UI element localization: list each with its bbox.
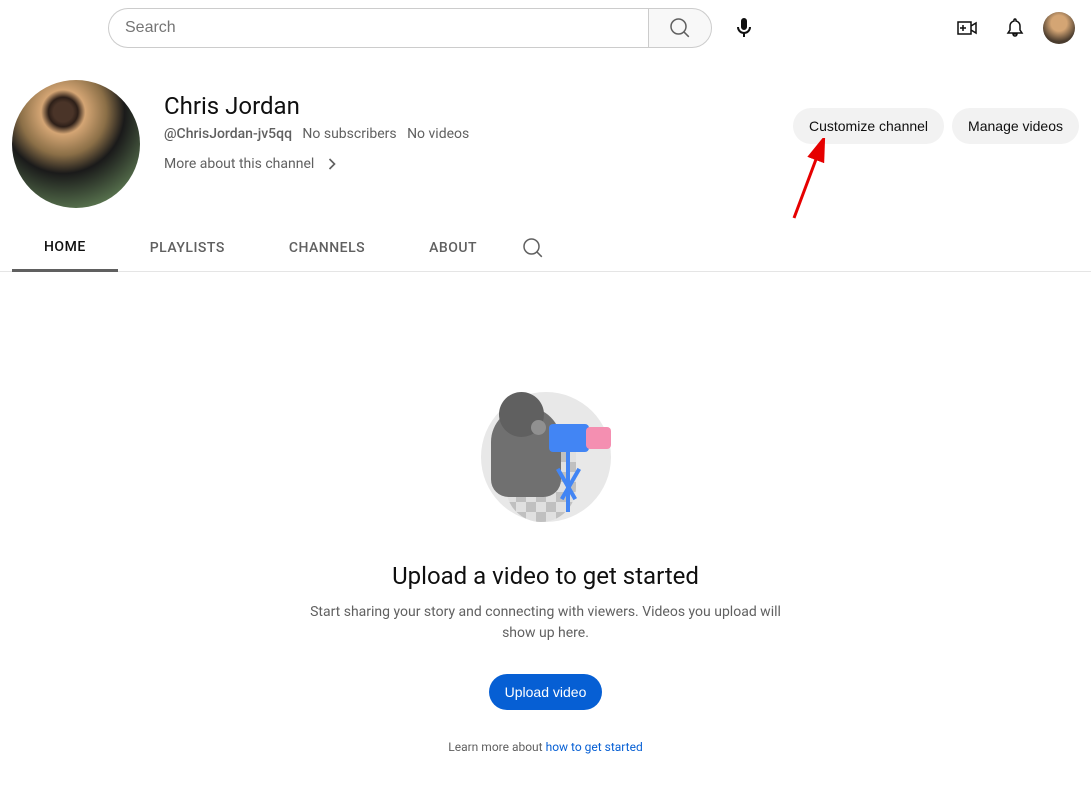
search-icon	[668, 16, 692, 40]
search-box	[108, 8, 712, 48]
video-count: No videos	[407, 126, 469, 142]
learn-more-prefix: Learn more about	[448, 740, 545, 754]
channel-avatar	[12, 80, 140, 208]
channel-name: Chris Jordan	[164, 92, 769, 120]
notifications-button[interactable]	[995, 8, 1035, 48]
tab-channels[interactable]: CHANNELS	[257, 224, 397, 272]
channel-header: Chris Jordan @ChrisJordan-jv5qq No subsc…	[0, 56, 1091, 212]
bell-icon	[1003, 16, 1027, 40]
manage-videos-button[interactable]: Manage videos	[952, 108, 1079, 144]
chevron-right-icon	[322, 154, 342, 174]
empty-state: Upload a video to get started Start shar…	[0, 272, 1091, 794]
channel-handle: @ChrisJordan-jv5qq	[164, 126, 292, 142]
more-about-label: More about this channel	[164, 156, 314, 172]
header-right	[947, 8, 1075, 48]
create-button[interactable]	[947, 8, 987, 48]
channel-meta: @ChrisJordan-jv5qq No subscribers No vid…	[164, 126, 769, 142]
tab-about[interactable]: ABOUT	[397, 224, 509, 272]
empty-title: Upload a video to get started	[392, 562, 699, 590]
search-icon	[521, 236, 545, 260]
customize-channel-button[interactable]: Customize channel	[793, 108, 944, 144]
channel-actions: Customize channel Manage videos	[793, 80, 1079, 144]
learn-more-link[interactable]: how to get started	[546, 740, 643, 754]
search-button[interactable]	[648, 8, 712, 48]
voice-search-button[interactable]	[724, 8, 764, 48]
subscriber-count: No subscribers	[302, 126, 396, 142]
microphone-icon	[732, 16, 756, 40]
learn-more-text: Learn more about how to get started	[448, 740, 642, 754]
search-input[interactable]	[108, 8, 648, 48]
tab-home[interactable]: HOME	[12, 224, 118, 272]
channel-tabs: HOME PLAYLISTS CHANNELS ABOUT	[0, 224, 1091, 272]
header	[0, 0, 1091, 56]
create-icon	[955, 16, 979, 40]
account-avatar[interactable]	[1043, 12, 1075, 44]
upload-video-button[interactable]: Upload video	[489, 674, 603, 710]
channel-info: Chris Jordan @ChrisJordan-jv5qq No subsc…	[164, 80, 769, 174]
more-about-link[interactable]: More about this channel	[164, 154, 769, 174]
search-area	[108, 8, 764, 48]
empty-description: Start sharing your story and connecting …	[306, 602, 786, 644]
upload-illustration	[471, 382, 621, 532]
tab-playlists[interactable]: PLAYLISTS	[118, 224, 257, 272]
tab-search-button[interactable]	[509, 236, 557, 260]
